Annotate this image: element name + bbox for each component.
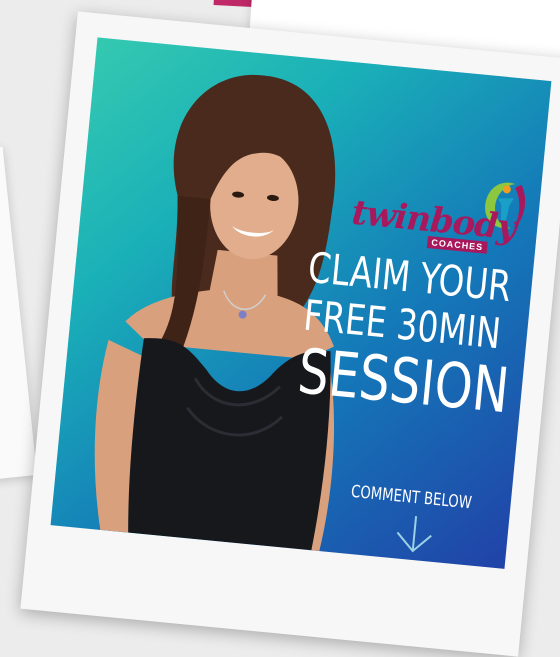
polaroid-card: twinbody COACHES CLAIM YOUR FREE 30MIN S… — [20, 11, 560, 657]
twinbody-logo: twinbody COACHES — [349, 163, 536, 260]
promo-photo: twinbody COACHES CLAIM YOUR FREE 30MIN S… — [50, 37, 552, 569]
headline: CLAIM YOUR FREE 30MIN SESSION — [294, 243, 529, 428]
arrow-down-icon — [396, 516, 432, 553]
headline-line-3: SESSION — [294, 334, 513, 428]
left-background-card — [0, 146, 38, 484]
